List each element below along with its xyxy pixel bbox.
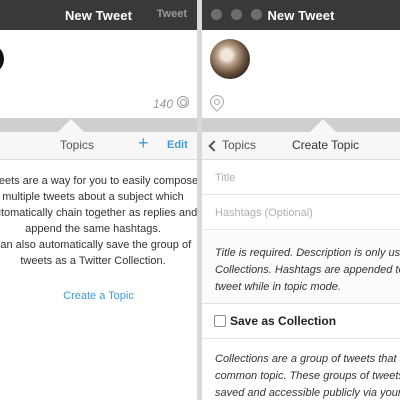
add-topic-button[interactable]: + [138, 133, 149, 154]
note-line: Collections. Hashtags are appended to e [215, 264, 400, 276]
settings-icon[interactable] [177, 96, 189, 108]
description-line: tweets are a way for you to easily compo… [0, 175, 197, 187]
title-bar: New Tweet [202, 0, 400, 30]
create-topic-link[interactable]: Create a Topic [0, 290, 197, 302]
required-note: Title is required. Description is only u… [202, 231, 400, 304]
topics-list-panel: New Tweet Tweet 140 Topics + Edit tweets… [0, 0, 197, 400]
note-line: tweet while in topic mode. [215, 281, 341, 293]
title-input[interactable] [215, 172, 395, 184]
minimize-window-icon[interactable] [231, 9, 242, 20]
window-controls [211, 9, 262, 20]
create-topic-title: Create Topic [292, 138, 360, 152]
note-line: Collections are a group of tweets that s… [215, 353, 400, 365]
back-to-topics-button[interactable]: Topics [208, 138, 257, 152]
title-field-row [202, 161, 400, 195]
edit-button[interactable]: Edit [167, 139, 188, 151]
save-as-collection-label[interactable]: Save as Collection [230, 314, 336, 328]
character-count: 140 [152, 97, 173, 111]
app-screenshot: New Tweet Tweet 140 Topics + Edit tweets… [0, 0, 400, 400]
hashtags-field-row [202, 196, 400, 230]
note-line: common topic. These groups of tweets w [215, 370, 400, 382]
compose-area[interactable] [202, 30, 400, 118]
description-line: append the same hashtags. [25, 223, 161, 235]
description-line: multiple tweets about a subject which [2, 191, 184, 203]
tweet-button[interactable]: Tweet [157, 8, 187, 20]
note-line: Title is required. Description is only u… [215, 247, 400, 259]
location-pin-icon[interactable] [207, 92, 227, 112]
close-window-icon[interactable] [211, 9, 222, 20]
zoom-window-icon[interactable] [251, 9, 262, 20]
avatar [210, 39, 250, 79]
window-title: New Tweet [64, 7, 133, 23]
description-line: automatically chain together as replies … [0, 207, 197, 219]
collections-note: Collections are a group of tweets that s… [215, 351, 400, 400]
description-line: tweets as a Twitter Collection. [20, 255, 166, 267]
chevron-left-icon [208, 139, 220, 152]
topics-header: Topics + Edit [0, 132, 197, 160]
window-title: New Tweet [267, 7, 335, 23]
topics-description: tweets are a way for you to easily compo… [0, 173, 197, 237]
separator-band [0, 118, 197, 132]
separator-band [202, 118, 400, 132]
caret-pointer [58, 119, 84, 132]
title-bar: New Tweet Tweet [0, 0, 197, 30]
save-as-collection-checkbox[interactable] [214, 315, 226, 327]
caret-pointer [310, 119, 336, 132]
collection-description: can also automatically save the group of… [0, 237, 197, 269]
required-note-text: Title is required. Description is only u… [215, 245, 400, 296]
topics-title: Topics [60, 138, 95, 152]
avatar [0, 44, 4, 74]
create-topic-panel: New Tweet Topics Create Topic Title is r… [202, 0, 400, 400]
hashtags-input[interactable] [215, 207, 395, 219]
description-line: can also automatically save the group of [0, 239, 192, 251]
save-as-collection-row[interactable]: Save as Collection [202, 304, 400, 339]
create-topic-header: Topics Create Topic [202, 132, 400, 160]
note-line: saved and accessible publicly via your p… [215, 387, 400, 399]
compose-area[interactable]: 140 [0, 30, 197, 118]
back-label: Topics [222, 138, 257, 152]
